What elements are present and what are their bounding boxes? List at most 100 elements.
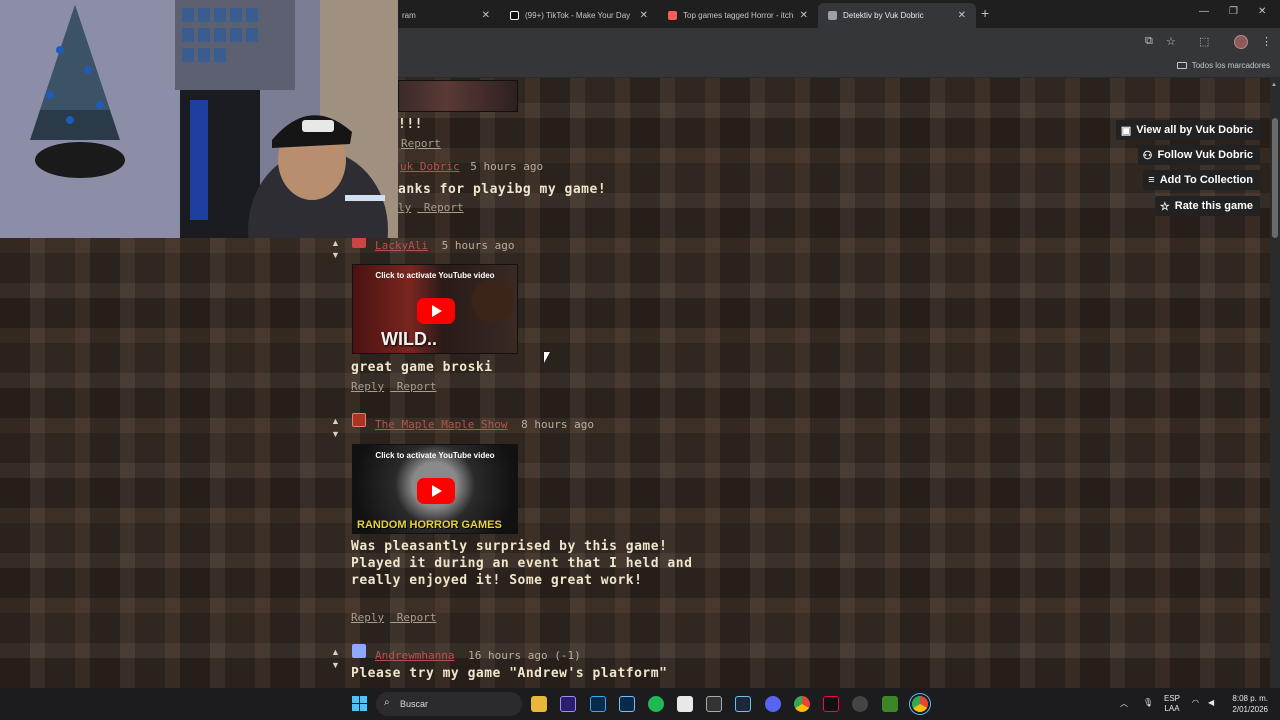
- upvote-arrow-icon[interactable]: ▲: [331, 647, 340, 657]
- comment-actions: Reply Report: [351, 380, 443, 393]
- scrollbar-thumb[interactable]: [1272, 118, 1278, 238]
- downvote-arrow-icon[interactable]: ▼: [331, 429, 340, 439]
- report-link[interactable]: Report: [397, 611, 437, 624]
- tab-tiktok[interactable]: (99+) TikTok - Make Your Day ✕: [500, 3, 658, 28]
- rate-game-button[interactable]: ☆ Rate this game: [1154, 196, 1260, 216]
- discord-icon[interactable]: [765, 696, 781, 712]
- view-all-by-author-button[interactable]: ▣ View all by Vuk Dobric: [1115, 120, 1260, 140]
- chrome-icon[interactable]: [794, 696, 810, 712]
- add-to-collection-button[interactable]: ≡ Add To Collection: [1143, 170, 1260, 190]
- comment-author-link[interactable]: The Maple Maple Show: [375, 418, 507, 431]
- window-close-icon[interactable]: ✕: [1258, 6, 1266, 17]
- comment-text-reply: anks for playibg my game!: [398, 182, 607, 197]
- webcam-scene: [0, 0, 398, 238]
- video-caption: Click to activate YouTube video: [375, 451, 495, 460]
- downvote-arrow-icon[interactable]: ▼: [331, 250, 340, 260]
- video-thumbnail-partial[interactable]: [398, 80, 518, 112]
- video-caption: Click to activate YouTube video: [375, 271, 495, 280]
- maximize-icon[interactable]: ❐: [1229, 6, 1238, 17]
- translate-icon[interactable]: ⧉: [1145, 35, 1153, 48]
- avatar[interactable]: [352, 413, 366, 427]
- file-explorer-icon[interactable]: [531, 696, 547, 712]
- minecraft-icon[interactable]: [882, 696, 898, 712]
- page-scrollbar[interactable]: ▲: [1270, 78, 1280, 688]
- reply-link[interactable]: ly: [398, 201, 411, 214]
- lightroom-icon[interactable]: [619, 696, 635, 712]
- language-indicator[interactable]: ESP LAA: [1164, 694, 1180, 714]
- youtube-embed[interactable]: Click to activate YouTube video RANDOM H…: [352, 444, 518, 534]
- close-icon[interactable]: ✕: [800, 10, 808, 21]
- comment-text-partial: !!!: [398, 117, 423, 132]
- comment-time: 5 hours ago: [470, 160, 544, 173]
- playlist-add-icon: ≡: [1148, 174, 1155, 186]
- tab-label: ram: [402, 11, 416, 20]
- epic-games-icon[interactable]: [706, 696, 722, 712]
- chrome-active-icon[interactable]: [912, 696, 928, 712]
- comment-actions-partial: Report: [401, 137, 447, 150]
- minimize-icon[interactable]: —: [1199, 6, 1209, 17]
- button-label: View all by Vuk Dobric: [1136, 124, 1253, 136]
- premiere-icon[interactable]: [560, 696, 576, 712]
- youtube-embed[interactable]: Click to activate YouTube video WILD..: [352, 264, 518, 354]
- upvote-arrow-icon[interactable]: ▲: [331, 416, 340, 426]
- report-link[interactable]: Report: [424, 201, 464, 214]
- tab-itch-horror[interactable]: Top games tagged Horror - itch ✕: [658, 3, 818, 28]
- comment-author-link[interactable]: uk Dobric: [400, 160, 460, 173]
- comment-time: 16 hours ago (-1): [468, 649, 581, 662]
- close-icon[interactable]: ✕: [640, 10, 648, 21]
- scroll-up-arrow-icon[interactable]: ▲: [1271, 82, 1277, 88]
- star-icon: ☆: [1159, 200, 1170, 213]
- reply-link[interactable]: Reply: [351, 611, 384, 624]
- all-bookmarks-button[interactable]: Todos los marcadores: [1176, 61, 1270, 70]
- menu-kebab-icon[interactable]: ⋮: [1261, 35, 1272, 48]
- downvote-arrow-icon[interactable]: ▼: [331, 660, 340, 670]
- volume-icon[interactable]: ◀: [1208, 698, 1214, 707]
- capcut-icon[interactable]: [677, 696, 693, 712]
- comment-text: Please try my game "Andrew's platform": [351, 666, 668, 681]
- tab-instagram[interactable]: ram ✕: [392, 3, 500, 28]
- tiktok-icon[interactable]: [823, 696, 839, 712]
- tiktok-favicon-icon: [510, 11, 519, 20]
- comment-header: The Maple Maple Show 8 hours ago: [375, 413, 594, 432]
- webcam-overlay: [0, 0, 398, 238]
- comment-text: great game broski: [351, 360, 493, 375]
- obs-icon[interactable]: [852, 696, 868, 712]
- profile-avatar[interactable]: [1234, 35, 1248, 49]
- reply-link[interactable]: Reply: [351, 380, 384, 393]
- search-placeholder: Buscar: [400, 699, 429, 709]
- wifi-icon[interactable]: ◠: [1192, 698, 1199, 707]
- system-clock[interactable]: 8:08 p. m. 2/01/2026: [1232, 693, 1268, 715]
- tab-label: Top games tagged Horror - itch: [683, 11, 794, 20]
- comment-author-link[interactable]: Andrewmhanna: [375, 649, 454, 662]
- tab-label: Detektiv by Vuk Dobric: [843, 11, 924, 20]
- close-icon[interactable]: ✕: [482, 10, 490, 21]
- comment-text: Was pleasantly surprised by this game! P…: [351, 539, 693, 588]
- new-tab-plus-icon[interactable]: +: [981, 5, 989, 21]
- tray-chevron-icon[interactable]: ︿: [1120, 698, 1128, 709]
- photoshop-icon[interactable]: [590, 696, 606, 712]
- comment-author-link[interactable]: LackyAli: [375, 239, 428, 252]
- microphone-icon[interactable]: 🎙: [1143, 698, 1153, 707]
- close-icon[interactable]: ✕: [958, 10, 966, 21]
- all-bookmarks-label: Todos los marcadores: [1191, 61, 1270, 70]
- play-button-icon[interactable]: [417, 298, 455, 324]
- button-label: Add To Collection: [1159, 174, 1253, 186]
- report-link[interactable]: Report: [397, 380, 437, 393]
- spotify-icon[interactable]: [648, 696, 664, 712]
- bookmark-star-icon[interactable]: ☆: [1166, 35, 1176, 48]
- comment-actions: Reply Report: [351, 611, 443, 624]
- upvote-arrow-icon[interactable]: ▲: [331, 238, 340, 248]
- extensions-icon[interactable]: ⬚: [1199, 35, 1209, 48]
- comment-time: 8 hours ago: [521, 418, 594, 431]
- avatar[interactable]: [352, 644, 366, 658]
- language-bottom: LAA: [1164, 704, 1180, 713]
- follow-author-button[interactable]: ⚇ Follow Vuk Dobric: [1137, 145, 1260, 165]
- follow-user-icon: ⚇: [1142, 149, 1153, 162]
- steam-icon[interactable]: [735, 696, 751, 712]
- report-link[interactable]: Report: [401, 137, 441, 150]
- windows-start-icon[interactable]: [352, 696, 368, 712]
- tab-detektiv[interactable]: Detektiv by Vuk Dobric ✕: [818, 3, 976, 28]
- taskbar-search[interactable]: ⌕ Buscar: [376, 692, 522, 716]
- comment-time: 5 hours ago: [441, 239, 515, 252]
- play-button-icon[interactable]: [417, 478, 455, 504]
